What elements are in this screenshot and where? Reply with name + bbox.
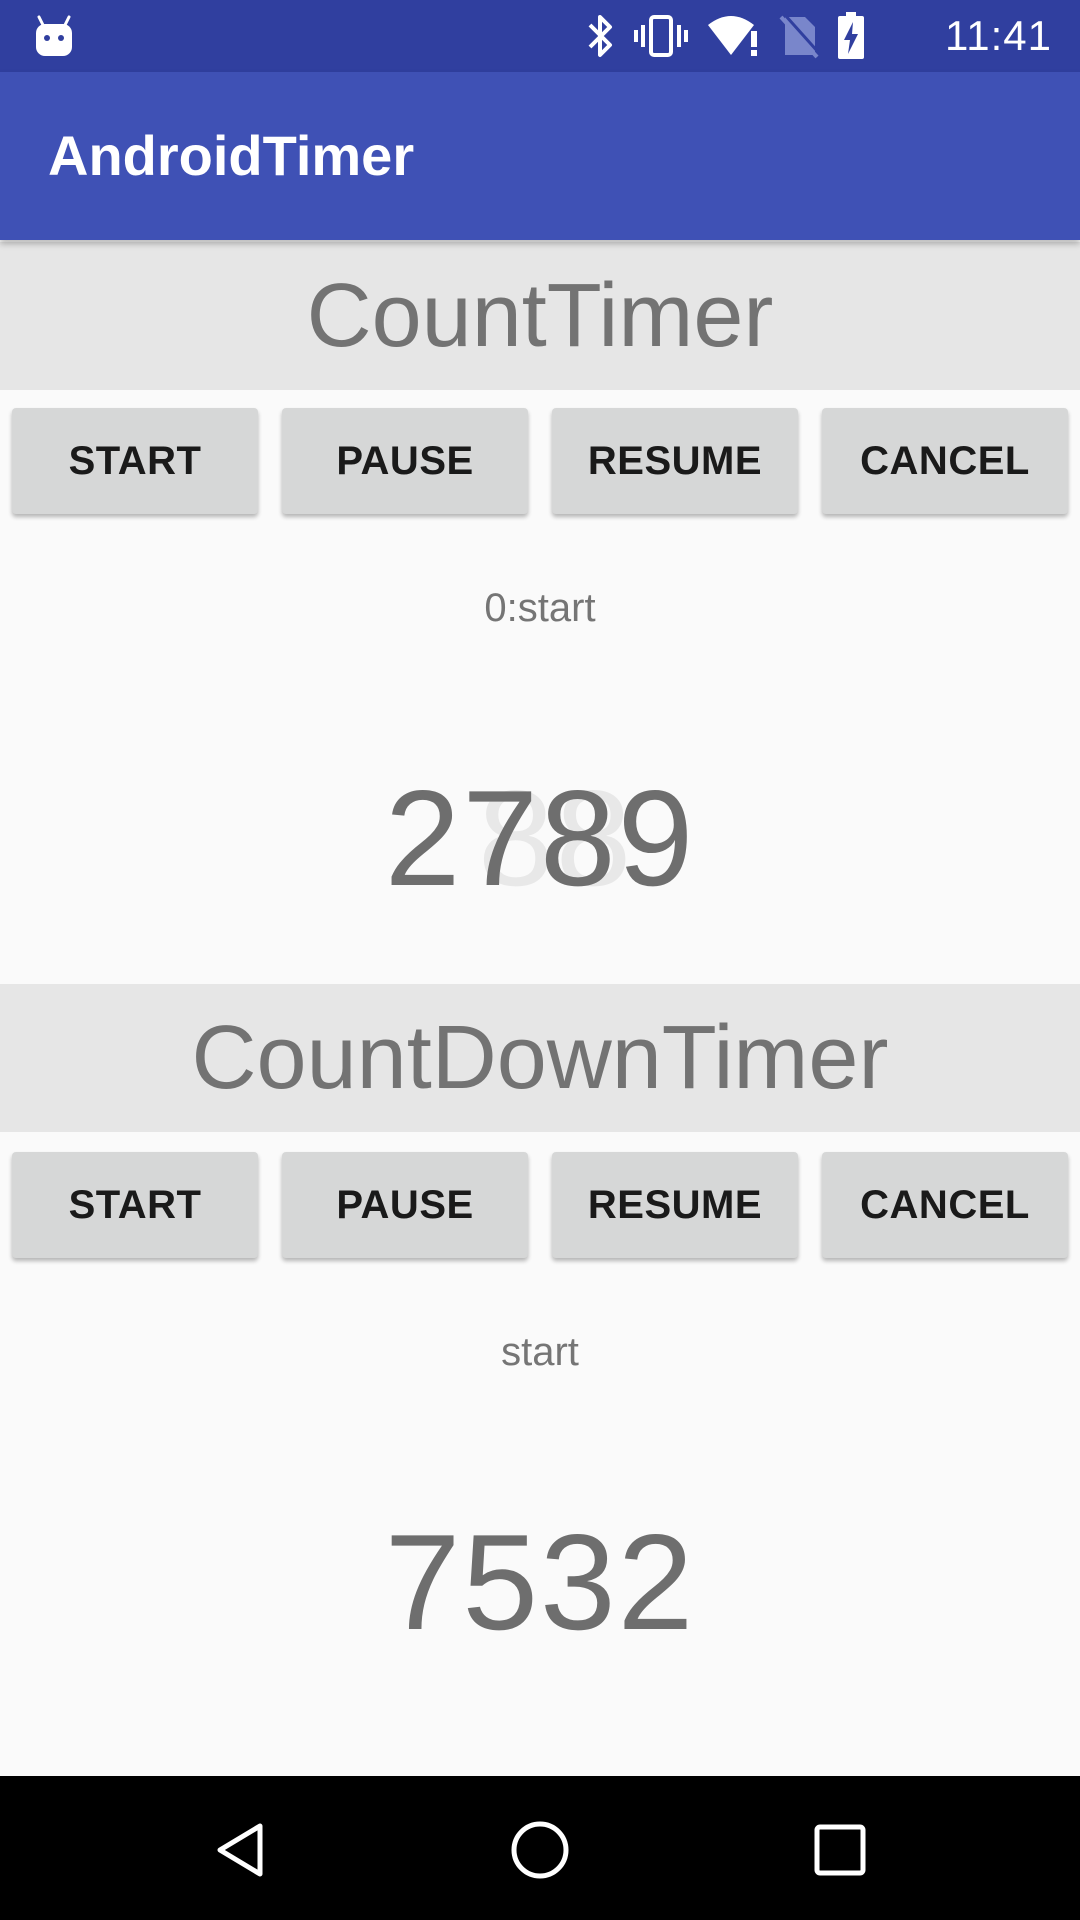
battery-charging-icon <box>838 12 864 59</box>
app-bar: AndroidTimer <box>0 72 1080 240</box>
navigation-bar <box>0 1776 1080 1920</box>
countdown-timer-start-button[interactable]: START <box>12 1152 258 1258</box>
countdown-timer-resume-button[interactable]: RESUME <box>552 1152 798 1258</box>
bluetooth-icon <box>588 15 612 57</box>
count-timer-cancel-button[interactable]: CANCEL <box>822 408 1068 514</box>
count-timer-button-row: START PAUSE RESUME CANCEL <box>12 408 1068 516</box>
count-timer-header: CountTimer <box>0 242 1080 390</box>
countdown-timer-pause-button[interactable]: PAUSE <box>282 1152 528 1258</box>
count-timer-start-button[interactable]: START <box>12 408 258 514</box>
home-icon[interactable] <box>508 1818 572 1882</box>
status-bar: 11:41 <box>0 0 1080 72</box>
countdown-timer-status: start <box>501 1330 579 1374</box>
back-icon[interactable] <box>208 1818 272 1882</box>
recents-icon[interactable] <box>808 1818 872 1882</box>
vibrate-icon <box>634 15 688 57</box>
count-timer-pause-button[interactable]: PAUSE <box>282 408 528 514</box>
countdown-timer-cancel-button[interactable]: CANCEL <box>822 1152 1068 1258</box>
countdown-timer-button-row: START PAUSE RESUME CANCEL <box>12 1152 1068 1260</box>
wifi-alert-icon <box>708 16 757 56</box>
android-debug-icon <box>36 15 72 56</box>
count-timer-resume-button[interactable]: RESUME <box>552 408 798 514</box>
no-sim-icon <box>779 13 819 59</box>
countdown-timer-header: CountDownTimer <box>0 984 1080 1132</box>
countdown-timer-value: 7532 <box>384 1506 696 1658</box>
count-timer-value: 2789 <box>384 762 696 914</box>
status-time: 11:41 <box>945 12 1052 59</box>
count-timer-status: 0:start <box>484 586 596 630</box>
app-title: AndroidTimer <box>48 124 415 187</box>
